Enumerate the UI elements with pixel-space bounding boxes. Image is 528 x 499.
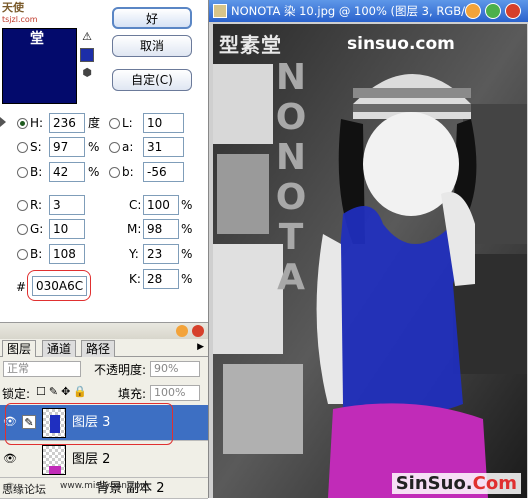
minimize-icon[interactable] — [176, 325, 188, 337]
document-icon — [213, 4, 227, 18]
corner-watermark-char: 堂 — [30, 31, 44, 47]
bottom-watermark-b: Com — [472, 473, 517, 494]
gamut-color-swatch[interactable] — [80, 48, 94, 62]
field-c[interactable]: 100 — [143, 195, 179, 215]
corner-watermark-text: 天使 — [2, 1, 24, 14]
document-window: NONOTA 染 10.jpg @ 100% (图层 3, RGB/... 型素… — [208, 0, 528, 498]
custom-colors-button[interactable]: 自定(C) — [112, 69, 192, 91]
hex-highlight-annotation — [27, 270, 91, 301]
lock-label: 锁定: — [2, 387, 31, 401]
gamut-warning-icon[interactable]: ⚠ — [80, 30, 94, 44]
bottom-watermark-a: SinSuo. — [395, 473, 473, 494]
cancel-button[interactable]: 取消 — [112, 35, 192, 57]
field-y[interactable]: 23 — [143, 244, 179, 264]
close-icon[interactable] — [505, 3, 521, 19]
layer-highlight-annotation — [5, 403, 173, 445]
field-s[interactable]: 97 — [49, 137, 85, 157]
watermark-chinese: 型素堂 — [219, 33, 282, 57]
unit-b-brightness: % — [88, 165, 100, 179]
unit-k: % — [181, 272, 193, 286]
layer-row-2[interactable]: 👁 图层 2 — [0, 442, 208, 478]
document-title: NONOTA 染 10.jpg @ 100% (图层 3, RGB/... — [231, 4, 476, 18]
unit-y: % — [181, 247, 193, 261]
field-r[interactable]: 3 — [49, 195, 85, 215]
tab-channels[interactable]: 通道 — [42, 340, 77, 357]
label-h: H: — [30, 116, 44, 130]
corner-watermark-url: tsjzl.com — [2, 15, 38, 24]
layer-thumbnail-paint — [49, 466, 61, 474]
opacity-label: 不透明度: — [94, 363, 147, 377]
ok-button[interactable]: 好 — [112, 7, 192, 29]
label-a: a: — [122, 140, 134, 154]
label-m: M: — [127, 222, 142, 236]
footer-watermark: 思缘论坛 — [2, 481, 46, 497]
vertical-brand-text: NONOTA — [275, 57, 307, 298]
watermark-site: sinsuo.com — [347, 34, 455, 54]
field-b-blue[interactable]: 108 — [49, 244, 85, 264]
footer-watermark-url: www.missyuan.com — [60, 481, 150, 491]
blend-mode-select[interactable]: 正常 — [3, 361, 81, 377]
layers-panel-titlebar — [0, 323, 208, 339]
document-titlebar[interactable]: NONOTA 染 10.jpg @ 100% (图层 3, RGB/... — [209, 0, 528, 22]
unit-s: % — [88, 140, 100, 154]
radio-b-blue[interactable] — [17, 249, 28, 260]
layers-tabs: 图层 通道 路径 ▶ — [0, 340, 208, 357]
label-b-blue: B: — [30, 247, 43, 261]
field-a[interactable]: 31 — [143, 137, 184, 157]
opacity-input[interactable]: 90% — [150, 361, 200, 377]
label-g: G: — [30, 222, 44, 236]
field-k[interactable]: 28 — [143, 269, 179, 289]
field-g[interactable]: 10 — [49, 219, 85, 239]
minimize-icon[interactable] — [465, 3, 481, 19]
unit-m: % — [181, 222, 193, 236]
unit-c: % — [181, 198, 193, 212]
label-b-brightness: B: — [30, 165, 43, 179]
radio-a[interactable] — [109, 142, 120, 153]
photo-illustration — [213, 24, 527, 498]
fill-input[interactable]: 100% — [150, 385, 200, 401]
image-canvas[interactable]: 型素堂 sinsuo.com NONOTA SinSuo.Com — [213, 24, 527, 498]
visibility-eye-icon[interactable]: 👁 — [3, 452, 17, 466]
maximize-icon[interactable] — [485, 3, 501, 19]
radio-b-brightness[interactable] — [17, 167, 28, 178]
layers-panel: 图层 通道 路径 ▶ 正常 不透明度: 90% 锁定: ☐✎✥🔒 填充: 100… — [0, 322, 208, 499]
field-b-lab[interactable]: -56 — [143, 162, 184, 182]
field-h[interactable]: 236 — [49, 113, 85, 133]
field-b-brightness[interactable]: 42 — [49, 162, 85, 182]
tab-layers[interactable]: 图层 — [2, 340, 37, 357]
web-safe-cube-icon[interactable]: ⬢ — [80, 66, 94, 80]
field-m[interactable]: 98 — [143, 219, 179, 239]
label-k: K: — [129, 272, 141, 286]
radio-g[interactable] — [17, 224, 28, 235]
hue-slider-marker-icon[interactable] — [0, 117, 6, 127]
label-y: Y: — [129, 247, 139, 261]
bottom-watermark: SinSuo.Com — [391, 473, 521, 494]
tab-paths[interactable]: 路径 — [81, 340, 116, 357]
label-b-lab: b: — [122, 165, 134, 179]
field-l[interactable]: 10 — [143, 113, 184, 133]
unit-h: 度 — [88, 116, 101, 130]
radio-b-lab[interactable] — [109, 167, 120, 178]
panel-menu-icon[interactable]: ▶ — [197, 342, 204, 352]
color-picker-panel: 天使 tsjzl.com 堂 ⚠ ⬢ 好 取消 自定(C) H: 236 度 S… — [0, 0, 208, 322]
label-r: R: — [30, 198, 43, 212]
label-s: S: — [30, 140, 42, 154]
radio-h[interactable] — [17, 118, 28, 129]
label-c: C: — [129, 198, 142, 212]
label-l: L: — [122, 116, 133, 130]
lock-icons[interactable]: ☐✎✥🔒 — [36, 385, 90, 398]
close-icon[interactable] — [192, 325, 204, 337]
fill-label: 填充: — [118, 387, 147, 401]
layer-thumbnail[interactable] — [42, 445, 66, 475]
radio-l[interactable] — [109, 118, 120, 129]
radio-s[interactable] — [17, 142, 28, 153]
layer-name[interactable]: 图层 2 — [72, 451, 110, 469]
label-hex: # — [16, 280, 27, 294]
radio-r[interactable] — [17, 200, 28, 211]
